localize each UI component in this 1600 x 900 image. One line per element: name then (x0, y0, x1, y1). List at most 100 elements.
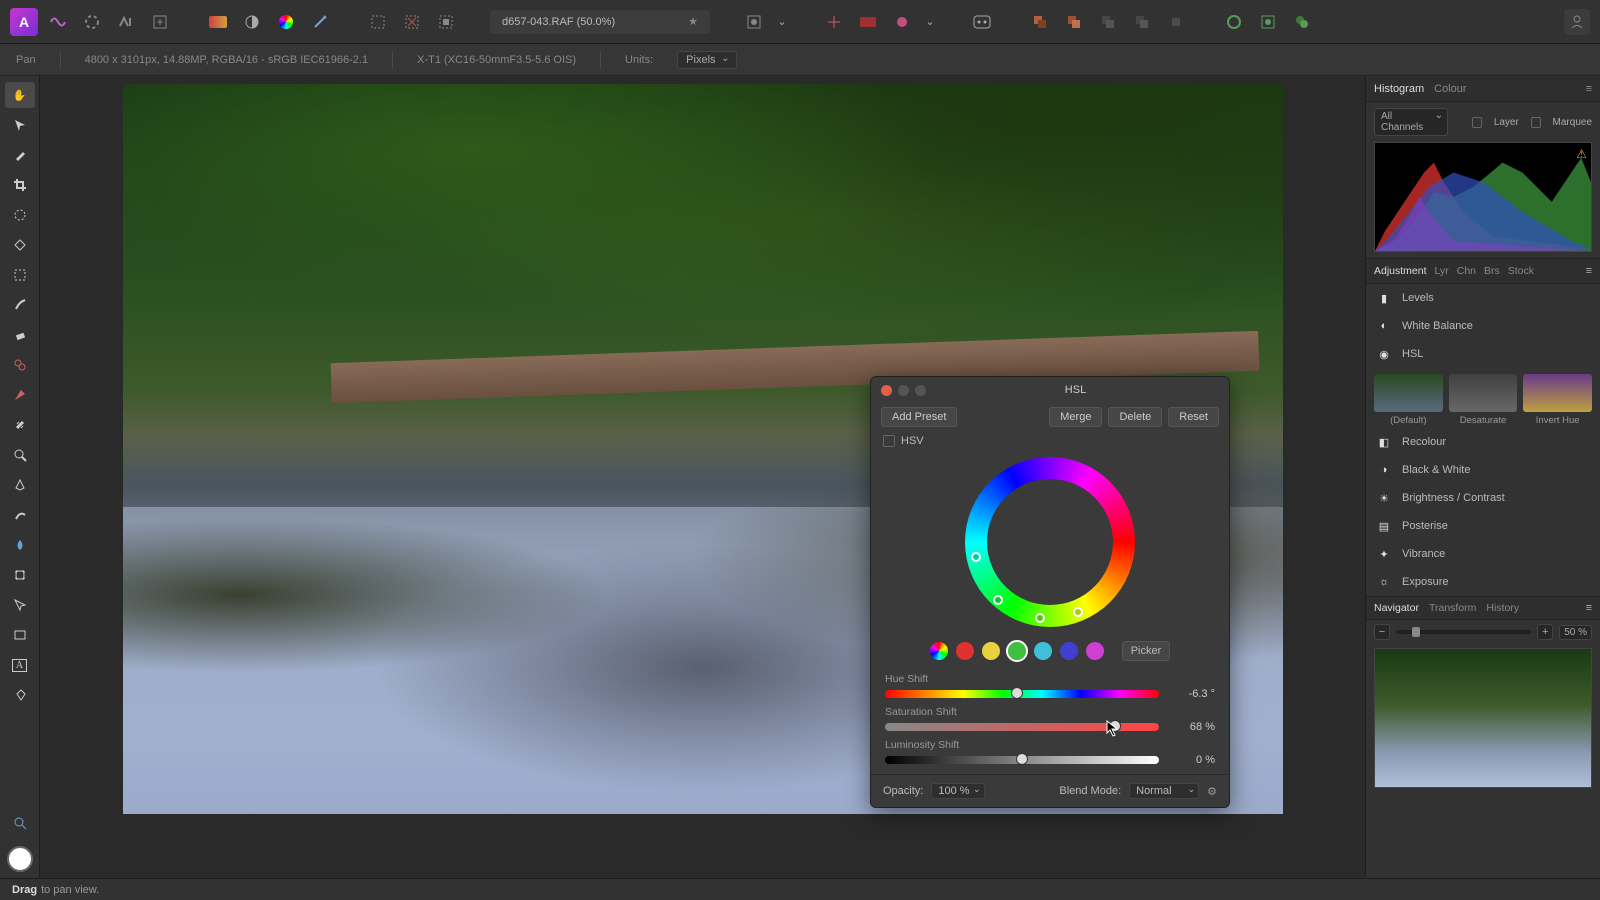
dodge-tool-icon[interactable] (5, 442, 35, 468)
minimize-icon[interactable] (898, 385, 909, 396)
panel-menu-icon[interactable]: ≡ (1586, 83, 1592, 95)
settings-gear-icon[interactable]: ⚙ (1207, 785, 1217, 798)
persona-develop-icon[interactable] (112, 10, 140, 34)
color-sample-tool-icon[interactable] (5, 810, 35, 836)
wand-icon[interactable] (306, 10, 334, 34)
zoom-value[interactable]: 50 % (1559, 625, 1592, 640)
tab-brushes[interactable]: Brs (1484, 265, 1500, 277)
healing-brush-tool-icon[interactable] (5, 412, 35, 438)
dropdown-chevron-icon[interactable]: ⌄ (774, 10, 790, 34)
dropdown-chevron-icon[interactable]: ⌄ (922, 10, 938, 34)
document-tab[interactable]: d657-043.RAF (50.0%) ★ (490, 10, 710, 34)
histogram-channel-select[interactable]: All Channels (1374, 108, 1448, 136)
hsv-checkbox[interactable] (883, 435, 895, 447)
swatch-red[interactable] (956, 642, 974, 660)
blend-mode-select[interactable]: Normal (1129, 783, 1199, 799)
zoom-slider[interactable] (1396, 630, 1531, 634)
adjustment-brightness-contrast[interactable]: ☀Brightness / Contrast (1366, 484, 1600, 512)
adjustment-hsl[interactable]: ◉HSL (1366, 340, 1600, 368)
histogram-layer-checkbox[interactable] (1472, 117, 1482, 128)
erase-brush-tool-icon[interactable] (5, 322, 35, 348)
hue-slider-handle[interactable] (1011, 687, 1023, 699)
preset-desaturate[interactable]: Desaturate (1449, 374, 1518, 426)
snapping-icon[interactable] (820, 10, 848, 34)
paint-brush-tool-icon[interactable] (5, 292, 35, 318)
adjustment-vibrance[interactable]: ✦Vibrance (1366, 540, 1600, 568)
panel-menu-icon[interactable]: ≡ (1586, 265, 1592, 277)
arrange-backward-icon[interactable] (1060, 10, 1088, 34)
color-wheel-icon[interactable] (272, 10, 300, 34)
adjustment-posterise[interactable]: ▤Posterise (1366, 512, 1600, 540)
move-tool-icon[interactable] (5, 112, 35, 138)
tab-channels[interactable]: Chn (1457, 265, 1476, 277)
assistant-icon[interactable] (968, 10, 996, 34)
swatch-master[interactable] (930, 642, 948, 660)
add-preset-button[interactable]: Add Preset (881, 407, 957, 427)
view-hand-tool-icon[interactable]: ✋ (5, 82, 35, 108)
preset-invert-hue[interactable]: Invert Hue (1523, 374, 1592, 426)
adjustment-exposure[interactable]: ☼Exposure (1366, 568, 1600, 596)
swatch-green[interactable] (1008, 642, 1026, 660)
snapping-toggle-icon[interactable] (854, 10, 882, 34)
clone-brush-tool-icon[interactable] (5, 352, 35, 378)
hsl-color-wheel[interactable] (965, 457, 1135, 627)
force-pixel-align-icon[interactable] (888, 10, 916, 34)
arrange-extra-icon[interactable] (1162, 10, 1190, 34)
merge-button[interactable]: Merge (1049, 407, 1102, 427)
color-picker-tool-icon[interactable] (5, 142, 35, 168)
quick-mask-icon[interactable] (740, 10, 768, 34)
hsl-titlebar[interactable]: HSL (871, 377, 1229, 403)
hue-shift-slider[interactable] (885, 690, 1159, 698)
preset-default[interactable]: (Default) (1374, 374, 1443, 426)
mesh-warp-tool-icon[interactable] (5, 562, 35, 588)
arrange-forward-icon[interactable] (1094, 10, 1122, 34)
saturation-shift-slider[interactable] (885, 723, 1159, 731)
reset-button[interactable]: Reset (1168, 407, 1219, 427)
blur-tool-icon[interactable] (5, 532, 35, 558)
swatch-cyan[interactable] (1034, 642, 1052, 660)
text-tool-icon[interactable]: A (5, 652, 35, 678)
insert-target-icon[interactable] (1220, 10, 1248, 34)
account-icon[interactable] (1564, 9, 1590, 35)
picker-button[interactable]: Picker (1122, 641, 1171, 661)
saturation-shift-value[interactable]: 68 % (1169, 721, 1215, 733)
units-select[interactable]: Pixels (677, 51, 736, 69)
gradient-map-icon[interactable] (204, 10, 232, 34)
adjustment-black-white[interactable]: ◑Black & White (1366, 456, 1600, 484)
arrange-back-icon[interactable] (1026, 10, 1054, 34)
inpainting-brush-tool-icon[interactable] (5, 382, 35, 408)
flood-select-tool-icon[interactable] (5, 232, 35, 258)
saturation-slider-handle[interactable] (1109, 720, 1121, 732)
luminosity-shift-slider[interactable] (885, 756, 1159, 764)
tab-layers[interactable]: Lyr (1435, 265, 1449, 277)
persona-liquify-icon[interactable] (78, 10, 106, 34)
tab-history[interactable]: History (1486, 602, 1519, 614)
persona-photo-icon[interactable] (44, 10, 72, 34)
hue-shift-value[interactable]: -6.3 ° (1169, 688, 1215, 700)
close-icon[interactable] (881, 385, 892, 396)
tab-stock[interactable]: Stock (1508, 265, 1534, 277)
adjustment-levels[interactable]: ▮Levels (1366, 284, 1600, 312)
adjustment-recolour[interactable]: ◧Recolour (1366, 428, 1600, 456)
swatch-magenta[interactable] (1086, 642, 1104, 660)
luminosity-shift-value[interactable]: 0 % (1169, 754, 1215, 766)
tab-transform[interactable]: Transform (1429, 602, 1476, 614)
selection-invert-icon[interactable] (432, 10, 460, 34)
marquee-tool-icon[interactable] (5, 262, 35, 288)
swatch-blue[interactable] (1060, 642, 1078, 660)
selection-new-icon[interactable] (364, 10, 392, 34)
rectangle-tool-icon[interactable] (5, 622, 35, 648)
luminosity-slider-handle[interactable] (1016, 753, 1028, 765)
zoom-out-button[interactable]: − (1374, 624, 1390, 640)
swatch-yellow[interactable] (982, 642, 1000, 660)
node-tool-icon[interactable] (5, 592, 35, 618)
favorite-star-icon[interactable]: ★ (688, 15, 698, 28)
delete-button[interactable]: Delete (1108, 407, 1162, 427)
selection-deselect-icon[interactable] (398, 10, 426, 34)
selection-brush-tool-icon[interactable] (5, 202, 35, 228)
tab-navigator[interactable]: Navigator (1374, 602, 1419, 614)
arrange-front-icon[interactable] (1128, 10, 1156, 34)
zoom-in-button[interactable]: + (1537, 624, 1553, 640)
insert-behind-icon[interactable] (1288, 10, 1316, 34)
tab-adjustment[interactable]: Adjustment (1374, 265, 1427, 277)
